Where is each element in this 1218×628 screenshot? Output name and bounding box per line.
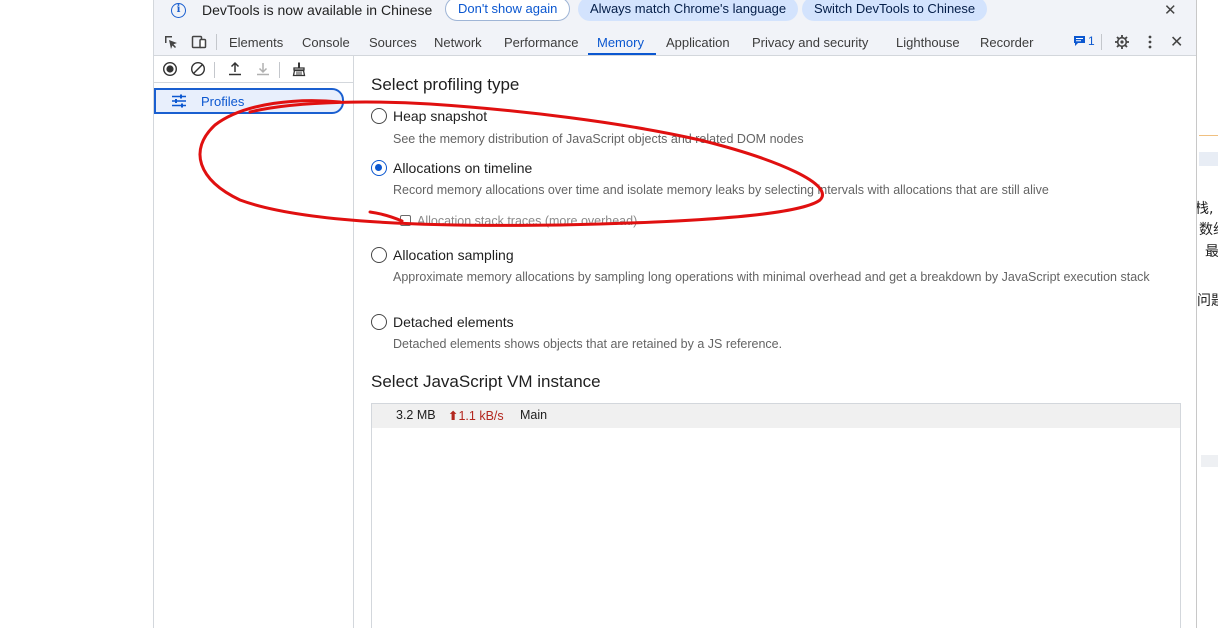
issues-counter[interactable]: 1 bbox=[1073, 34, 1095, 48]
collect-garbage-icon[interactable] bbox=[291, 61, 307, 77]
vm-rate-value: 1.1 kB/s bbox=[458, 409, 504, 423]
sidebar-item-label: Profiles bbox=[201, 94, 245, 109]
profiling-type-title: Select profiling type bbox=[371, 75, 520, 94]
page-text-fragment: 数组 bbox=[1199, 222, 1218, 238]
tab-privacy-security[interactable]: Privacy and security bbox=[752, 35, 868, 50]
profiling-type-panel: Select profiling type Heap snapshot See … bbox=[355, 56, 1198, 628]
heap-snapshot-radio[interactable] bbox=[371, 108, 387, 124]
info-icon: i bbox=[171, 3, 186, 18]
infobar-close-icon[interactable]: ✕ bbox=[1164, 1, 1177, 19]
tab-performance[interactable]: Performance bbox=[504, 35, 578, 50]
tab-recorder[interactable]: Recorder bbox=[980, 35, 1033, 50]
tab-memory[interactable]: Memory bbox=[597, 35, 644, 50]
active-tab-indicator bbox=[588, 53, 656, 55]
profiler-toolbar bbox=[154, 56, 353, 83]
heap-snapshot-label[interactable]: Heap snapshot bbox=[393, 108, 487, 124]
toolbar-separator bbox=[1101, 34, 1102, 50]
allocations-timeline-radio[interactable] bbox=[371, 160, 387, 176]
profiles-sidebar: Profiles bbox=[154, 56, 354, 628]
tab-application[interactable]: Application bbox=[666, 35, 730, 50]
sidebar-item-profiles[interactable]: Profiles bbox=[154, 88, 344, 114]
device-toolbar-icon[interactable] bbox=[191, 34, 207, 50]
detached-elements-radio[interactable] bbox=[371, 314, 387, 330]
tab-sources[interactable]: Sources bbox=[369, 35, 417, 50]
toolbar-separator bbox=[214, 62, 215, 78]
devtools-window: i DevTools is now available in Chinese D… bbox=[153, 0, 1198, 628]
issues-count: 1 bbox=[1088, 34, 1095, 48]
issues-message-icon bbox=[1074, 36, 1085, 46]
clear-all-icon[interactable] bbox=[190, 61, 206, 77]
settings-gear-icon[interactable] bbox=[1114, 34, 1130, 50]
tab-console[interactable]: Console bbox=[302, 35, 350, 50]
allocations-timeline-description: Record memory allocations over time and … bbox=[393, 183, 1049, 197]
save-profile-icon bbox=[257, 63, 269, 76]
page-highlight-block bbox=[1199, 152, 1218, 166]
inspect-element-icon[interactable] bbox=[163, 34, 179, 50]
allocation-stack-traces-checkbox[interactable] bbox=[400, 215, 411, 226]
arrow-up-icon: ⬆ bbox=[448, 409, 459, 423]
page-block bbox=[1201, 455, 1218, 467]
vm-heap-size: 3.2 MB bbox=[396, 408, 436, 422]
allocation-sampling-label[interactable]: Allocation sampling bbox=[393, 247, 514, 263]
allocation-stack-traces-label[interactable]: Allocation stack traces (more overhead) bbox=[417, 214, 637, 228]
allocation-sampling-description: Approximate memory allocations by sampli… bbox=[393, 270, 1150, 284]
record-icon[interactable] bbox=[162, 61, 178, 77]
page-text-fragment: 最 bbox=[1205, 244, 1218, 260]
tab-network[interactable]: Network bbox=[434, 35, 482, 50]
toolbar-separator bbox=[216, 34, 217, 50]
always-match-language-button[interactable]: Always match Chrome's language bbox=[578, 0, 799, 21]
page-text-fragment: 栈, bbox=[1196, 201, 1214, 217]
toolbar-separator bbox=[279, 62, 280, 78]
detached-elements-label[interactable]: Detached elements bbox=[393, 314, 514, 330]
language-infobar: i DevTools is now available in Chinese D… bbox=[154, 0, 1198, 28]
vm-instance-row[interactable]: 3.2 MB ⬆1.1 kB/s Main bbox=[372, 404, 1180, 428]
vm-instance-title: Select JavaScript VM instance bbox=[371, 372, 601, 391]
page-right-area: 栈, 数组 最 问题 bbox=[1196, 0, 1218, 628]
dont-show-again-button[interactable]: Don't show again bbox=[445, 0, 571, 21]
vm-instance-name: Main bbox=[520, 408, 548, 422]
switch-to-chinese-button[interactable]: Switch DevTools to Chinese bbox=[802, 0, 988, 21]
tune-settings-icon bbox=[172, 94, 186, 108]
load-profile-icon[interactable] bbox=[227, 61, 243, 77]
tab-lighthouse[interactable]: Lighthouse bbox=[896, 35, 960, 50]
allocation-sampling-radio[interactable] bbox=[371, 247, 387, 263]
main-tab-bar: Elements Console Sources Network Perform… bbox=[154, 28, 1198, 56]
detached-elements-description: Detached elements shows objects that are… bbox=[393, 337, 783, 351]
page-divider-line bbox=[1199, 135, 1218, 136]
vm-allocation-rate: ⬆1.1 kB/s bbox=[448, 408, 504, 423]
page-left-area bbox=[0, 0, 153, 628]
page-text-fragment: 问题 bbox=[1197, 293, 1218, 309]
allocations-timeline-label[interactable]: Allocations on timeline bbox=[393, 160, 532, 176]
heap-snapshot-description: See the memory distribution of JavaScrip… bbox=[393, 132, 804, 146]
close-devtools-icon[interactable]: ✕ bbox=[1170, 32, 1183, 52]
vm-instance-list: 3.2 MB ⬆1.1 kB/s Main bbox=[371, 403, 1181, 628]
tab-elements[interactable]: Elements bbox=[229, 35, 283, 50]
infobar-message: DevTools is now available in Chinese bbox=[202, 2, 433, 18]
more-options-icon[interactable] bbox=[1142, 34, 1158, 50]
